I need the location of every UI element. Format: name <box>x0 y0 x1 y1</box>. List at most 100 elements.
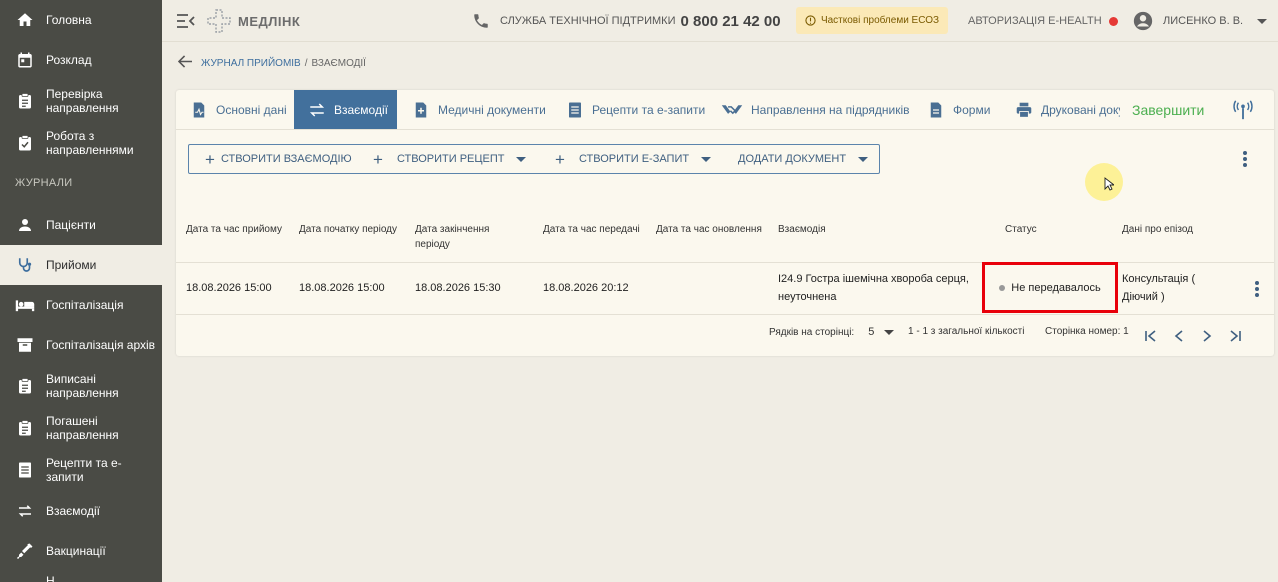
doc-icon <box>927 101 945 119</box>
create-interaction-button[interactable]: + СТВОРИТИ ВЗАЄМОДІЮ <box>205 145 352 173</box>
sidebar-item-hospitalization[interactable]: Госпіталізація <box>0 285 162 325</box>
sidebar-item-visits[interactable]: Прийоми <box>0 245 162 285</box>
rows-per-page-label: Рядків на сторінці: <box>769 326 855 338</box>
column-header[interactable]: Дата закінчення періоду <box>415 222 510 252</box>
sidebar-item-label: Вакцинації <box>46 544 106 558</box>
sidebar-item-label: Перевірка направлення <box>46 87 119 115</box>
sidebar-item-label: Пацієнти <box>46 218 96 232</box>
column-header[interactable]: Дата початку періоду <box>299 222 397 237</box>
add-document-button[interactable]: ДОДАТИ ДОКУМЕНТ <box>738 145 869 173</box>
tab-label: Взаємодії <box>334 102 388 117</box>
list-icon <box>15 460 35 480</box>
more-actions-icon[interactable] <box>1243 151 1247 167</box>
chevron-down-icon <box>858 156 869 162</box>
finish-button[interactable]: Завершити <box>1132 90 1204 129</box>
signal-antenna-icon[interactable] <box>1232 99 1254 126</box>
clipboard-icon <box>15 91 35 111</box>
menu-collapse-icon <box>177 14 195 28</box>
chevron-down-icon <box>701 156 712 162</box>
archive-icon <box>15 335 35 355</box>
print-icon <box>1015 101 1033 119</box>
logo[interactable]: МЕДЛІНК <box>206 0 300 42</box>
sidebar-item-interactions[interactable]: Взаємодії <box>0 491 162 531</box>
last-page-icon[interactable] <box>1227 326 1243 346</box>
create-recipe-button[interactable]: + СТВОРИТИ РЕЦЕПТ <box>373 145 527 173</box>
column-header[interactable]: Дані про епізод <box>1122 222 1193 237</box>
bed-icon <box>15 295 35 315</box>
tab-label: Рецепти та е-запити <box>592 102 706 117</box>
sidebar-item-label: Головна <box>46 13 92 27</box>
sidebar-item-referral-check[interactable]: Перевірка направлення <box>0 80 162 122</box>
cell-status: Не передавалось <box>1011 281 1101 294</box>
person-icon <box>15 215 35 235</box>
row-divider <box>176 314 1274 315</box>
mouse-cursor-icon <box>1104 177 1116 196</box>
warning-text: Часткові проблеми ЕСОЗ <box>820 15 940 26</box>
column-header[interactable]: Дата та час передачі <box>543 222 640 237</box>
tab-printed-documents[interactable]: Друковані доку <box>1015 90 1120 129</box>
tab-label: Направлення на підрядників <box>751 102 910 117</box>
sidebar-item-vaccinations[interactable]: Вакцинації <box>0 531 162 571</box>
sidebar-item-referral-work[interactable]: Робота з направленнями <box>0 122 162 164</box>
sidebar-item-label: Розклад <box>46 53 92 67</box>
sidebar-item-patients[interactable]: Пацієнти <box>0 205 162 245</box>
menu-collapse-button[interactable] <box>176 0 196 42</box>
tab-interactions[interactable]: Взаємодії <box>294 90 397 129</box>
row-more-icon[interactable] <box>1255 281 1259 297</box>
list-icon <box>566 101 584 119</box>
chevron-down-icon <box>516 156 527 162</box>
create-request-button[interactable]: + СТВОРИТИ Е-ЗАПИТ <box>555 145 712 173</box>
chart-doc-icon <box>190 101 208 119</box>
breadcrumb-link-visits[interactable]: ЖУРНАЛ ПРИЙОМІВ <box>201 58 301 69</box>
sidebar-item-redeemed-referrals[interactable]: Погашені направлення <box>0 407 162 449</box>
prev-page-icon[interactable] <box>1171 326 1187 346</box>
sidebar-item-label: Госпіталізація архів <box>46 338 156 352</box>
top-bar: МЕДЛІНК СЛУЖБА ТЕХНІЧНОЇ ПІДТРИМКИ 0 800… <box>162 0 1278 42</box>
support-number[interactable]: 0 800 21 42 00 <box>681 13 781 30</box>
user-name: ЛИСЕНКО В. В. <box>1163 15 1244 27</box>
sidebar-item-label: Госпіталізація <box>46 298 124 312</box>
esoz-warning-badge[interactable]: Часткові проблеми ЕСОЗ <box>796 7 948 34</box>
tab-recipes[interactable]: Рецепти та е-запити <box>566 90 705 129</box>
rows-per-page-select[interactable]: 5 <box>868 326 895 338</box>
cell-visit-datetime: 18.08.2026 15:00 <box>186 282 272 294</box>
column-header[interactable]: Дата та час прийому <box>186 222 282 237</box>
sidebar-item-hospitalization-archive[interactable]: Госпіталізація архів <box>0 325 162 365</box>
sidebar-item-label: Рецепти та е-запити <box>46 456 122 484</box>
back-arrow-icon[interactable] <box>177 55 193 71</box>
account-circle-icon <box>1133 11 1153 31</box>
stethoscope-icon <box>15 255 35 275</box>
cell-sent-datetime: 18.08.2026 20:12 <box>543 282 629 294</box>
column-header[interactable]: Взаємодія <box>778 222 826 237</box>
user-menu[interactable]: ЛИСЕНКО В. В. <box>1132 0 1268 42</box>
tab-medical-documents[interactable]: Медичні документи <box>412 90 546 129</box>
home-icon <box>15 10 35 30</box>
chevron-down-icon <box>884 329 895 335</box>
tab-main-data[interactable]: Основні дані <box>176 90 294 129</box>
rows-per-page-value: 5 <box>868 326 875 338</box>
tab-label: Друковані доку <box>1041 102 1120 117</box>
sidebar-item-issued-referrals[interactable]: Виписані направлення <box>0 365 162 407</box>
sidebar-item-label: Робота з направленнями <box>46 129 134 157</box>
tab-contractor-referrals[interactable]: Направлення на підрядників <box>721 90 910 129</box>
tab-forms[interactable]: Форми <box>927 90 990 129</box>
plus-icon: + <box>555 149 565 169</box>
column-header[interactable]: Дата та час оновлення <box>656 222 762 237</box>
cell-period-start: 18.08.2026 15:00 <box>299 282 385 294</box>
tab-label: Форми <box>953 102 991 117</box>
plus-icon: + <box>205 149 215 169</box>
clipboard-icon <box>15 376 35 396</box>
sidebar-item-more[interactable]: Н... <box>0 571 162 582</box>
support-info: СЛУЖБА ТЕХНІЧНОЇ ПІДТРИМКИ 0 800 21 42 0… <box>472 0 781 42</box>
action-bar: + СТВОРИТИ ВЗАЄМОДІЮ + СТВОРИТИ РЕЦЕПТ +… <box>188 144 880 174</box>
ehealth-auth[interactable]: АВТОРИЗАЦІЯ E-HEALTH <box>968 0 1118 42</box>
tab-bar: Основні дані Взаємодії Медичні документи… <box>176 90 1274 130</box>
next-page-icon[interactable] <box>1199 326 1215 346</box>
sidebar-item-home[interactable]: Головна <box>0 0 162 40</box>
first-page-icon[interactable] <box>1143 326 1159 346</box>
sidebar-item-label: Виписані направлення <box>46 372 119 400</box>
sidebar-item-schedule[interactable]: Розклад <box>0 40 162 80</box>
sidebar-item-recipes[interactable]: Рецепти та е-запити <box>0 449 162 491</box>
support-label: СЛУЖБА ТЕХНІЧНОЇ ПІДТРИМКИ <box>500 15 676 27</box>
column-header[interactable]: Статус <box>1005 222 1037 237</box>
